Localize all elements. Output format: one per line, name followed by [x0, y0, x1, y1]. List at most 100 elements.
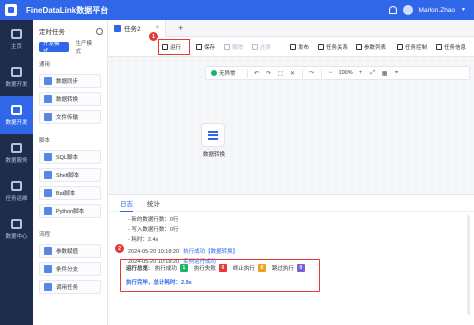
component-data-transform[interactable]: 数据转换	[39, 92, 101, 106]
app-title: FineDataLink数据平台	[26, 5, 109, 15]
nav-item-data-integration[interactable]: 数据开发	[0, 58, 33, 96]
component-file-transfer[interactable]: 文件传输	[39, 110, 101, 124]
data-center-icon	[11, 218, 22, 229]
annotation-marker-1: 1	[149, 32, 158, 41]
component-data-sync[interactable]: 数据同步	[39, 74, 101, 88]
nav-label: 主页	[10, 43, 22, 50]
add-tab-icon[interactable]: +	[178, 23, 183, 33]
log-link[interactable]: 执行成功【数据转换】	[183, 249, 238, 255]
top-header: FineDataLink数据平台 Marlon.Zhao ▼	[0, 0, 474, 20]
prod-mode-button[interactable]: 生产模式	[72, 41, 102, 55]
run-summary: 运行总览: 执行成功 1 执行失败 0 终止执行 0 跳过执行 0 执行完毕，总…	[120, 259, 320, 292]
python-icon	[44, 207, 52, 215]
canvas-node-data-transform[interactable]	[201, 123, 225, 147]
nav-item-ops[interactable]: 任务运维	[0, 172, 33, 210]
relations-label: 任务关系	[326, 45, 349, 51]
relations-icon	[318, 44, 324, 50]
user-name[interactable]: Marlon.Zhao	[419, 7, 456, 14]
param-list-button[interactable]: 参数列表	[356, 42, 386, 52]
header-actions: Marlon.Zhao ▼	[388, 5, 474, 15]
data-service-icon	[11, 142, 22, 153]
log-scrollbar[interactable]	[467, 215, 470, 315]
check-circle-icon	[211, 70, 217, 76]
gear-icon[interactable]	[96, 27, 103, 35]
publish-label: 发布	[298, 45, 310, 51]
canvas-toolbar: 无异常 ↶ ↷ ⬚ ✕ ⤳ − 100% + ⤢ ▦ ⌖	[205, 66, 470, 80]
locate-icon[interactable]: ⌖	[391, 70, 403, 77]
data-transform-icon	[208, 130, 218, 140]
control-label: 任务控制	[405, 45, 428, 51]
component-python-script[interactable]: Python脚本	[39, 204, 101, 218]
notification-bell-icon[interactable]	[388, 6, 397, 14]
select-icon[interactable]: ⬚	[275, 70, 287, 77]
branch-icon	[44, 265, 52, 273]
task-info-button[interactable]: 任务信息	[436, 42, 466, 52]
stop-label: 终止执行	[232, 266, 255, 272]
redo-label: 还原	[260, 45, 272, 51]
tab-stats[interactable]: 统计	[147, 198, 160, 208]
nav-item-data-service[interactable]: 数据服务	[0, 134, 33, 172]
editor-toolbar: 运行 保存 撤销 还原 发布 任务关系 参数列表 任务控制 任务信息 1	[108, 32, 474, 57]
chevron-down-icon[interactable]: ▼	[461, 7, 466, 13]
nav-item-data-center[interactable]: 数据中心	[0, 210, 33, 248]
dev-mode-button[interactable]: 开发模式	[39, 41, 69, 55]
zoom-in-icon[interactable]: +	[355, 70, 367, 76]
component-label: 数据转换	[56, 97, 79, 103]
undo-button[interactable]: 撤销	[224, 42, 243, 52]
divider	[301, 68, 303, 78]
editor-tabbar: 任务2 × +	[108, 19, 474, 37]
app-logo[interactable]	[0, 0, 22, 20]
layout-icon[interactable]: ▦	[379, 70, 391, 77]
task-panel: 定时任务 开发模式 生产模式 通用 数据同步 数据转换 文件传输 脚本 SQL脚…	[33, 20, 108, 325]
log-tabs: 日志 统计	[108, 195, 474, 212]
component-call-task[interactable]: 调用任务	[39, 280, 101, 294]
nav-item-home[interactable]: 主页	[0, 20, 33, 58]
success-label: 执行成功	[154, 266, 177, 272]
nav-item-data-dev[interactable]: 数据开发	[0, 96, 33, 134]
task-control-button[interactable]: 任务控制	[397, 42, 427, 52]
delete-icon[interactable]: ✕	[287, 70, 299, 77]
redo-icon	[252, 44, 258, 50]
connector-icon[interactable]: ⤳	[306, 70, 318, 77]
component-label: Bat脚本	[56, 191, 76, 197]
log-text: - 写入数据行数：0行	[128, 227, 179, 233]
section-script: 脚本	[39, 138, 51, 144]
control-icon	[397, 44, 403, 50]
log-text: - 新的数据行数：0行	[128, 217, 179, 223]
tab-log[interactable]: 日志	[120, 198, 133, 212]
redo-icon[interactable]: ↷	[263, 70, 275, 77]
component-bat-script[interactable]: Bat脚本	[39, 186, 101, 200]
info-icon	[436, 44, 442, 50]
nav-label: 数据开发	[5, 119, 28, 126]
component-label: 条件分支	[56, 267, 79, 273]
log-line: 2024-05-20 10:18:20 执行成功【数据转换】	[128, 247, 238, 255]
close-icon[interactable]: ×	[156, 25, 160, 31]
nav-label: 数据开发	[5, 81, 28, 88]
component-condition-branch[interactable]: 条件分支	[39, 262, 101, 276]
status-text: 无异常	[219, 71, 236, 77]
data-transform-icon	[44, 95, 52, 103]
mode-switch: 开发模式 生产模式	[33, 41, 107, 55]
stop-count-badge: 0	[257, 264, 266, 272]
component-shell-script[interactable]: Shell脚本	[39, 168, 101, 182]
zoom-out-icon[interactable]: −	[325, 70, 337, 76]
user-avatar[interactable]	[402, 5, 413, 15]
component-sql-script[interactable]: SQL脚本	[39, 150, 101, 164]
task-relations-button[interactable]: 任务关系	[318, 42, 348, 52]
fail-count-badge: 0	[218, 264, 227, 272]
save-button[interactable]: 保存	[196, 42, 215, 52]
log-line: - 新的数据行数：0行	[128, 215, 178, 223]
left-nav: 主页 数据开发 数据开发 数据服务 任务运维 数据中心	[0, 20, 33, 325]
component-param-assign[interactable]: 参数赋值	[39, 244, 101, 258]
log-line: - 写入数据行数：0行	[128, 225, 178, 233]
section-flow: 流程	[39, 232, 51, 238]
component-label: 调用任务	[56, 285, 79, 291]
data-sync-icon	[44, 77, 52, 85]
redo-button[interactable]: 还原	[252, 42, 271, 52]
params-label: 参数列表	[364, 45, 387, 51]
nav-label: 任务运维	[5, 195, 28, 202]
home-icon	[11, 28, 22, 39]
fit-icon[interactable]: ⤢	[367, 70, 379, 77]
publish-button[interactable]: 发布	[290, 42, 309, 52]
undo-icon[interactable]: ↶	[251, 70, 263, 77]
